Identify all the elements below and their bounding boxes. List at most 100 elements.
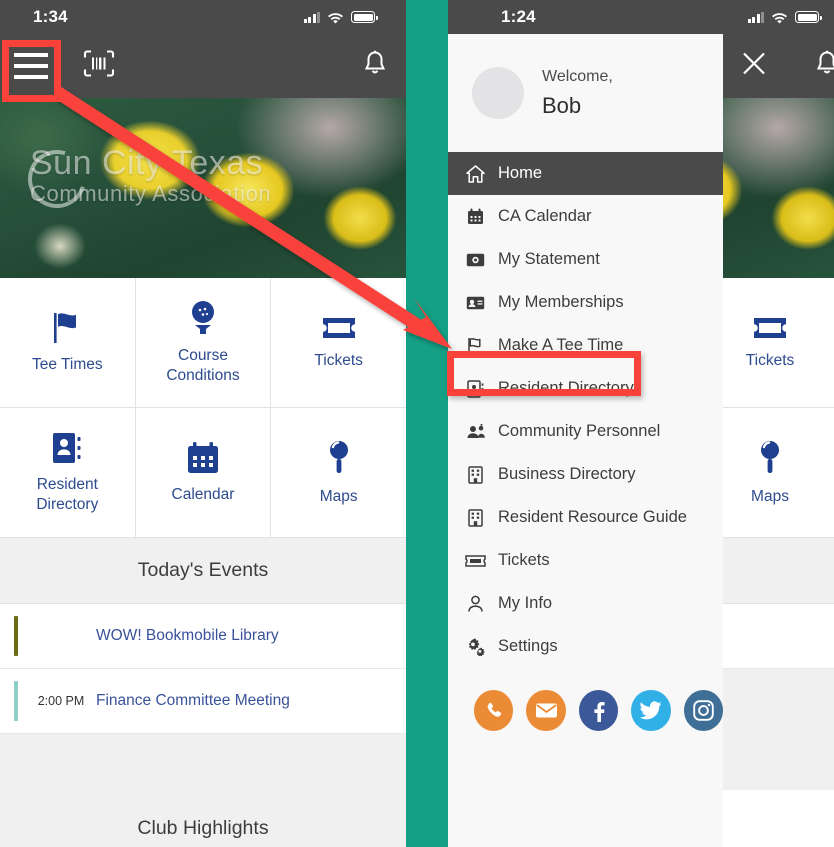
menu-item-settings[interactable]: Settings <box>448 625 723 668</box>
users-group-icon <box>464 424 486 439</box>
money-bill-icon <box>464 253 486 267</box>
menu-item-make-a-tee-time[interactable]: Make A Tee Time <box>448 324 723 367</box>
menu-item-home[interactable]: Home <box>448 152 723 195</box>
menu-item-community-personnel[interactable]: Community Personnel <box>448 410 723 453</box>
map-pin-icon <box>761 440 779 473</box>
right-status-icons <box>747 11 822 24</box>
menu-item-label: My Statement <box>498 250 600 268</box>
event-color-bar <box>14 681 18 721</box>
left-phone-screen: 1:34 Sun City Texas Community Associatio… <box>0 0 406 847</box>
tile-maps[interactable]: Maps <box>271 408 406 537</box>
tile-resident-directory[interactable]: Resident Directory <box>0 408 135 537</box>
avatar <box>472 67 524 119</box>
battery-icon <box>351 11 378 23</box>
menu-item-my-info[interactable]: My Info <box>448 582 723 625</box>
right-status-bar: 1:24 <box>448 0 834 34</box>
right-phone-screen: Sun City Texas Community Association Tic… <box>448 0 834 847</box>
menu-item-label: Make A Tee Time <box>498 336 624 354</box>
calendar-icon <box>464 208 486 225</box>
address-book-icon <box>464 379 486 398</box>
tile-maps[interactable]: Maps <box>706 408 834 537</box>
menu-item-label: Community Personnel <box>498 422 661 440</box>
notification-bell-icon[interactable] <box>814 49 834 84</box>
tile-label: Resident Directory <box>36 475 99 513</box>
event-title[interactable]: WOW! Bookmobile Library <box>96 627 279 645</box>
instagram-icon[interactable] <box>683 690 723 731</box>
envelope-icon[interactable] <box>526 690 566 731</box>
left-app-bar <box>0 34 406 98</box>
tile-calendar[interactable]: Calendar <box>135 408 271 537</box>
tile-course-conditions[interactable]: Course Conditions <box>135 278 271 407</box>
wifi-icon <box>328 12 343 23</box>
ticket-icon <box>464 554 486 568</box>
event-color-bar <box>14 616 18 656</box>
tile-label: Maps <box>751 487 789 505</box>
club-highlights-header: Club Highlights <box>0 790 406 847</box>
battery-icon <box>795 11 822 23</box>
signal-bars-icon <box>303 11 320 23</box>
section-title: Club Highlights <box>137 816 269 839</box>
left-status-time: 1:34 <box>33 7 68 26</box>
phone-icon[interactable] <box>474 690 514 731</box>
screenshot-root: 1:34 Sun City Texas Community Associatio… <box>0 0 834 847</box>
todays-events-header: Today's Events <box>0 538 406 604</box>
menu-item-label: Home <box>498 164 543 182</box>
left-tile-grid: Tee Times Course Conditions Tickets Resi… <box>0 278 406 538</box>
flag-icon <box>54 312 77 343</box>
menu-item-label: Settings <box>498 637 558 655</box>
id-card-icon <box>464 296 486 310</box>
home-icon <box>464 164 486 183</box>
section-spacer <box>0 734 406 790</box>
menu-item-ca-calendar[interactable]: CA Calendar <box>448 195 723 238</box>
left-status-icons <box>303 11 378 24</box>
tile-label: Tickets <box>745 351 795 369</box>
signal-bars-icon <box>747 11 764 23</box>
facebook-icon[interactable] <box>578 690 619 731</box>
right-app-bar <box>723 34 834 98</box>
tile-label: Tee Times <box>32 355 103 373</box>
close-x-icon[interactable] <box>739 49 769 84</box>
panel-divider <box>406 0 448 847</box>
menu-item-label: Business Directory <box>498 465 636 483</box>
ticket-icon <box>754 317 786 338</box>
tile-tickets[interactable]: Tickets <box>271 278 406 407</box>
barcode-scan-icon[interactable] <box>82 49 116 84</box>
tile-label: Course Conditions <box>166 346 240 384</box>
section-title: Today's Events <box>137 559 269 581</box>
calendar-icon <box>187 441 218 473</box>
notification-bell-icon[interactable] <box>362 49 388 84</box>
event-title[interactable]: Finance Committee Meeting <box>96 692 290 710</box>
menu-item-my-memberships[interactable]: My Memberships <box>448 281 723 324</box>
tile-label: Maps <box>319 487 358 505</box>
menu-item-label: CA Calendar <box>498 207 592 225</box>
menu-item-label: Resident Directory <box>498 379 634 397</box>
drawer-user-header[interactable]: Welcome, Bob <box>448 34 723 152</box>
ticket-icon <box>322 317 355 338</box>
hero-subtitle: Community Association <box>30 180 272 206</box>
building-icon <box>464 508 486 527</box>
navigation-drawer: Welcome, Bob Home CA Calendar My Stateme… <box>448 34 723 847</box>
event-row[interactable]: WOW! Bookmobile Library <box>0 604 406 669</box>
user-name: Bob <box>542 93 582 119</box>
welcome-block: Welcome, Bob <box>542 67 613 119</box>
twitter-icon[interactable] <box>631 690 671 731</box>
tile-label: Tickets <box>314 351 363 369</box>
map-pin-icon <box>329 440 348 473</box>
menu-item-label: My Info <box>498 594 553 612</box>
menu-item-resident-resource-guide[interactable]: Resident Resource Guide <box>448 496 723 539</box>
right-status-time: 1:24 <box>501 7 536 26</box>
welcome-label: Welcome, <box>542 67 613 85</box>
event-row[interactable]: 2:00 PM Finance Committee Meeting <box>0 669 406 734</box>
menu-item-business-directory[interactable]: Business Directory <box>448 453 723 496</box>
hero-watermark: Sun City Texas Community Association <box>30 146 271 205</box>
menu-item-tickets[interactable]: Tickets <box>448 539 723 582</box>
tile-tickets[interactable]: Tickets <box>706 278 834 407</box>
user-icon <box>464 595 486 613</box>
menu-item-label: My Memberships <box>498 293 624 311</box>
hamburger-menu-icon[interactable] <box>14 53 48 79</box>
menu-item-label: Tickets <box>498 551 550 569</box>
tile-tee-times[interactable]: Tee Times <box>0 278 135 407</box>
menu-item-resident-directory[interactable]: Resident Directory <box>448 367 723 410</box>
golf-ball-tee-icon <box>191 300 214 334</box>
menu-item-my-statement[interactable]: My Statement <box>448 238 723 281</box>
